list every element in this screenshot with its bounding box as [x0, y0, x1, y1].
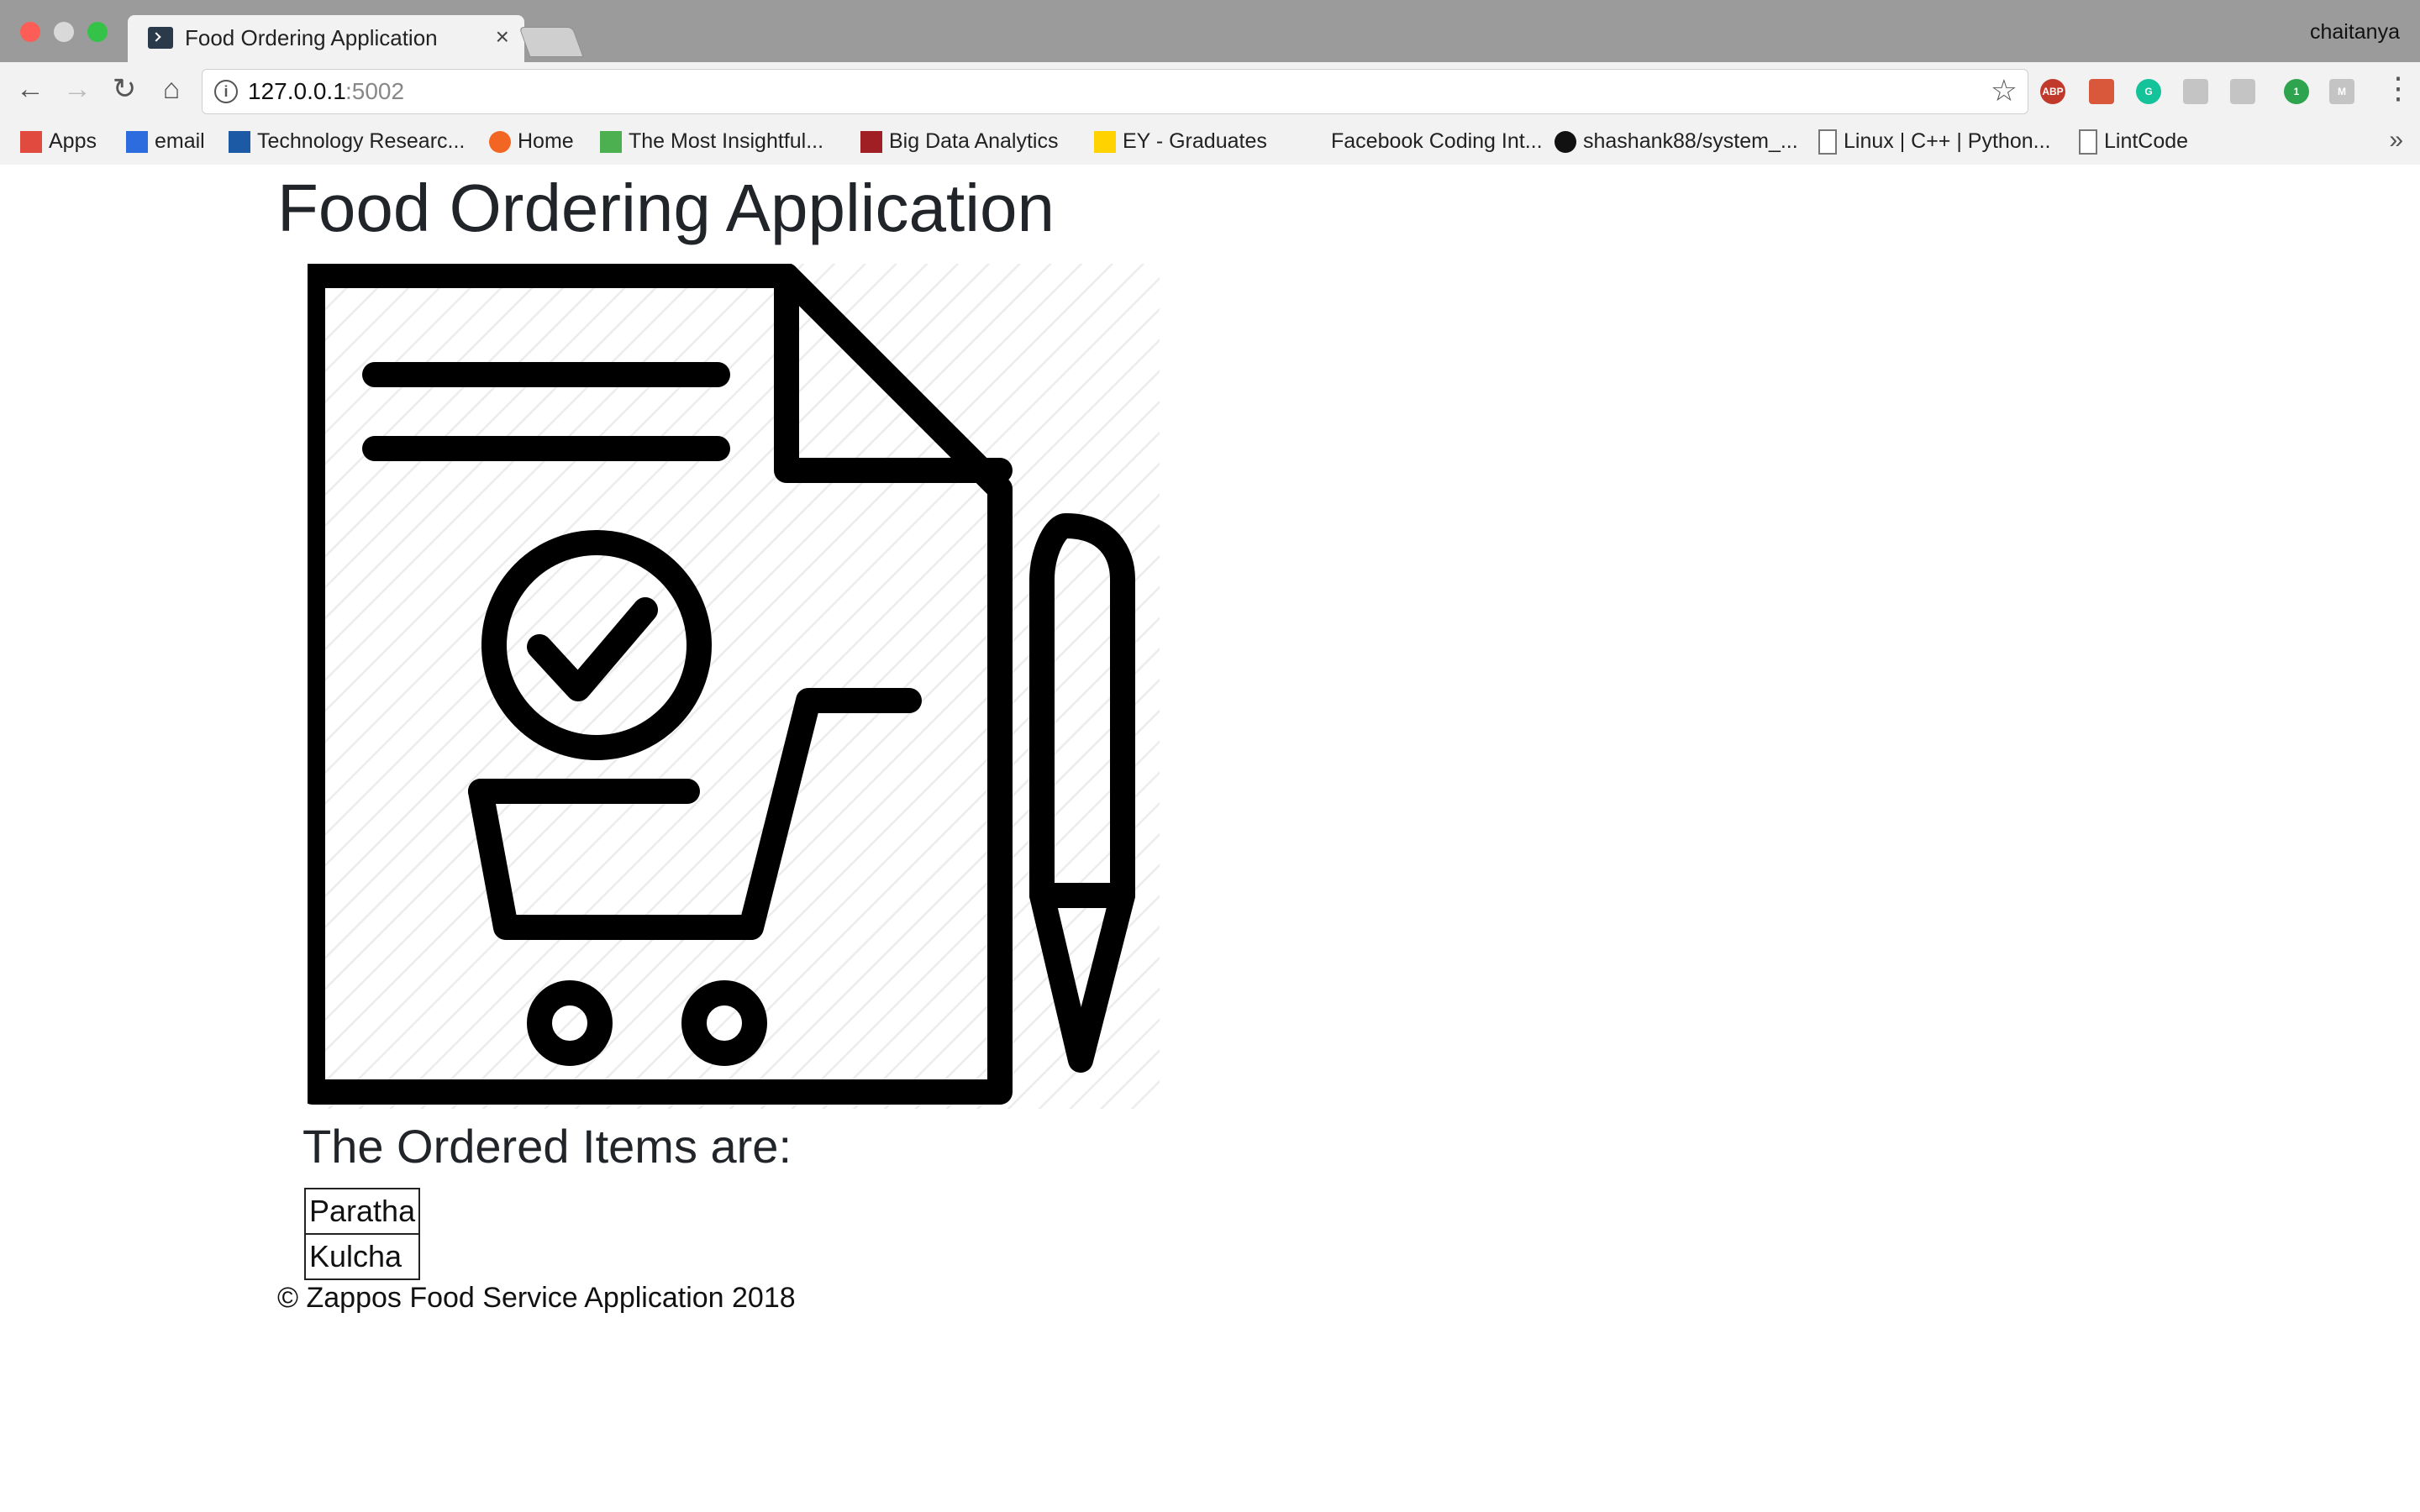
home-icon[interactable]: ⌂	[153, 71, 190, 108]
email-icon	[126, 131, 148, 154]
bookmark-label: Facebook Coding Int...	[1331, 129, 1543, 153]
ordered-item-cell: Paratha	[303, 1188, 421, 1235]
abp-extension-icon[interactable]: ABP	[2040, 79, 2065, 104]
close-window-button[interactable]	[20, 22, 40, 42]
github-icon	[1555, 131, 1576, 154]
bookmark-item[interactable]: Technology Researc...	[229, 129, 465, 154]
bookmark-item[interactable]: Apps	[20, 129, 97, 154]
table-row: Paratha	[303, 1188, 421, 1235]
url-port: :5002	[345, 78, 405, 104]
terminal-favicon-icon	[148, 27, 173, 49]
new-tab-button[interactable]	[518, 27, 584, 57]
bookmark-label: EY - Graduates	[1123, 129, 1267, 153]
bookmark-item[interactable]: Home	[489, 129, 574, 154]
forward-icon[interactable]: →	[59, 71, 96, 108]
green-extension-icon[interactable]: 1	[2284, 79, 2309, 104]
bookmark-item[interactable]: Big Data Analytics	[860, 129, 1059, 154]
title-bar: Food Ordering Application × chaitanya	[0, 0, 2420, 62]
shield-icon	[860, 131, 882, 154]
address-bar[interactable]: i 127.0.0.1 :5002 ☆	[202, 69, 2028, 114]
page-content: Food Ordering Application The Ordered It…	[0, 165, 2420, 1512]
bookmark-item[interactable]: The Most Insightful...	[600, 129, 823, 154]
apps-grid-icon	[20, 131, 42, 154]
minimize-window-button[interactable]	[54, 22, 74, 42]
bookmark-item[interactable]: LintCode	[2079, 129, 2188, 155]
bookmarks-bar: Apps email Technology Researc... Home The Mo…	[0, 123, 2420, 165]
bookmark-label: Linux | C++ | Python...	[1844, 129, 2051, 153]
grammarly-extension-icon[interactable]: G	[2136, 79, 2161, 104]
bookmark-item[interactable]: EY - Graduates	[1094, 129, 1267, 154]
footer: © Zappos Food Service Application 2018	[277, 1282, 796, 1314]
page-icon	[2079, 129, 2097, 155]
tab-close-icon[interactable]: ×	[496, 24, 509, 50]
page-title: Food Ordering Application	[277, 171, 1055, 245]
bookmark-label: Home	[518, 129, 574, 153]
ordered-items-table: Paratha Kulcha	[303, 1188, 421, 1280]
bookmark-label: LintCode	[2104, 129, 2189, 153]
star-icon[interactable]: ☆	[1991, 73, 2018, 108]
table-row: Kulcha	[303, 1233, 421, 1280]
ordered-items-heading: The Ordered Items are:	[302, 1120, 792, 1173]
tree-icon	[600, 131, 622, 154]
browser-toolbar: ← → ↻ ⌂ i 127.0.0.1 :5002 ☆ ABP G 1 M ⋮	[0, 62, 2420, 123]
bookmark-label: The Most Insightful...	[629, 129, 824, 153]
m-extension-icon[interactable]: M	[2329, 79, 2354, 104]
gray-extension-icon-1[interactable]	[2183, 79, 2208, 104]
order-document-cart-image	[308, 264, 1160, 1109]
bookmarks-overflow-icon[interactable]: »	[2389, 126, 2403, 155]
home-ring-icon	[489, 131, 511, 154]
technology-icon	[229, 131, 250, 154]
info-icon[interactable]: i	[214, 80, 238, 103]
bookmark-extension-icon[interactable]	[2089, 79, 2114, 104]
bookmark-item[interactable]: Facebook Coding Int...	[1331, 129, 1543, 154]
bookmark-label: Apps	[49, 129, 97, 153]
bookmark-item[interactable]: Linux | C++ | Python...	[1818, 129, 2050, 155]
bookmark-label: Big Data Analytics	[889, 129, 1059, 153]
bookmark-label: shashank88/system_...	[1583, 129, 1798, 153]
url-host: 127.0.0.1	[248, 78, 346, 104]
back-icon[interactable]: ←	[12, 71, 49, 108]
bookmark-item[interactable]: shashank88/system_...	[1555, 129, 1798, 154]
reload-icon[interactable]: ↻	[106, 71, 143, 108]
tab-title: Food Ordering Application	[185, 25, 438, 50]
bookmark-label: Technology Researc...	[257, 129, 466, 153]
bookmark-item[interactable]: email	[126, 129, 205, 154]
menu-icon[interactable]: ⋮	[2383, 71, 2413, 106]
ey-icon	[1094, 131, 1116, 154]
bookmark-label: email	[155, 129, 205, 153]
gray-extension-icon-2[interactable]	[2230, 79, 2255, 104]
page-icon	[1818, 129, 1837, 155]
browser-chrome: Food Ordering Application × chaitanya ← …	[0, 0, 2420, 165]
maximize-window-button[interactable]	[87, 22, 108, 42]
ordered-item-cell: Kulcha	[303, 1233, 421, 1280]
profile-name[interactable]: chaitanya	[2310, 20, 2400, 45]
browser-tab-active[interactable]: Food Ordering Application ×	[128, 15, 524, 62]
